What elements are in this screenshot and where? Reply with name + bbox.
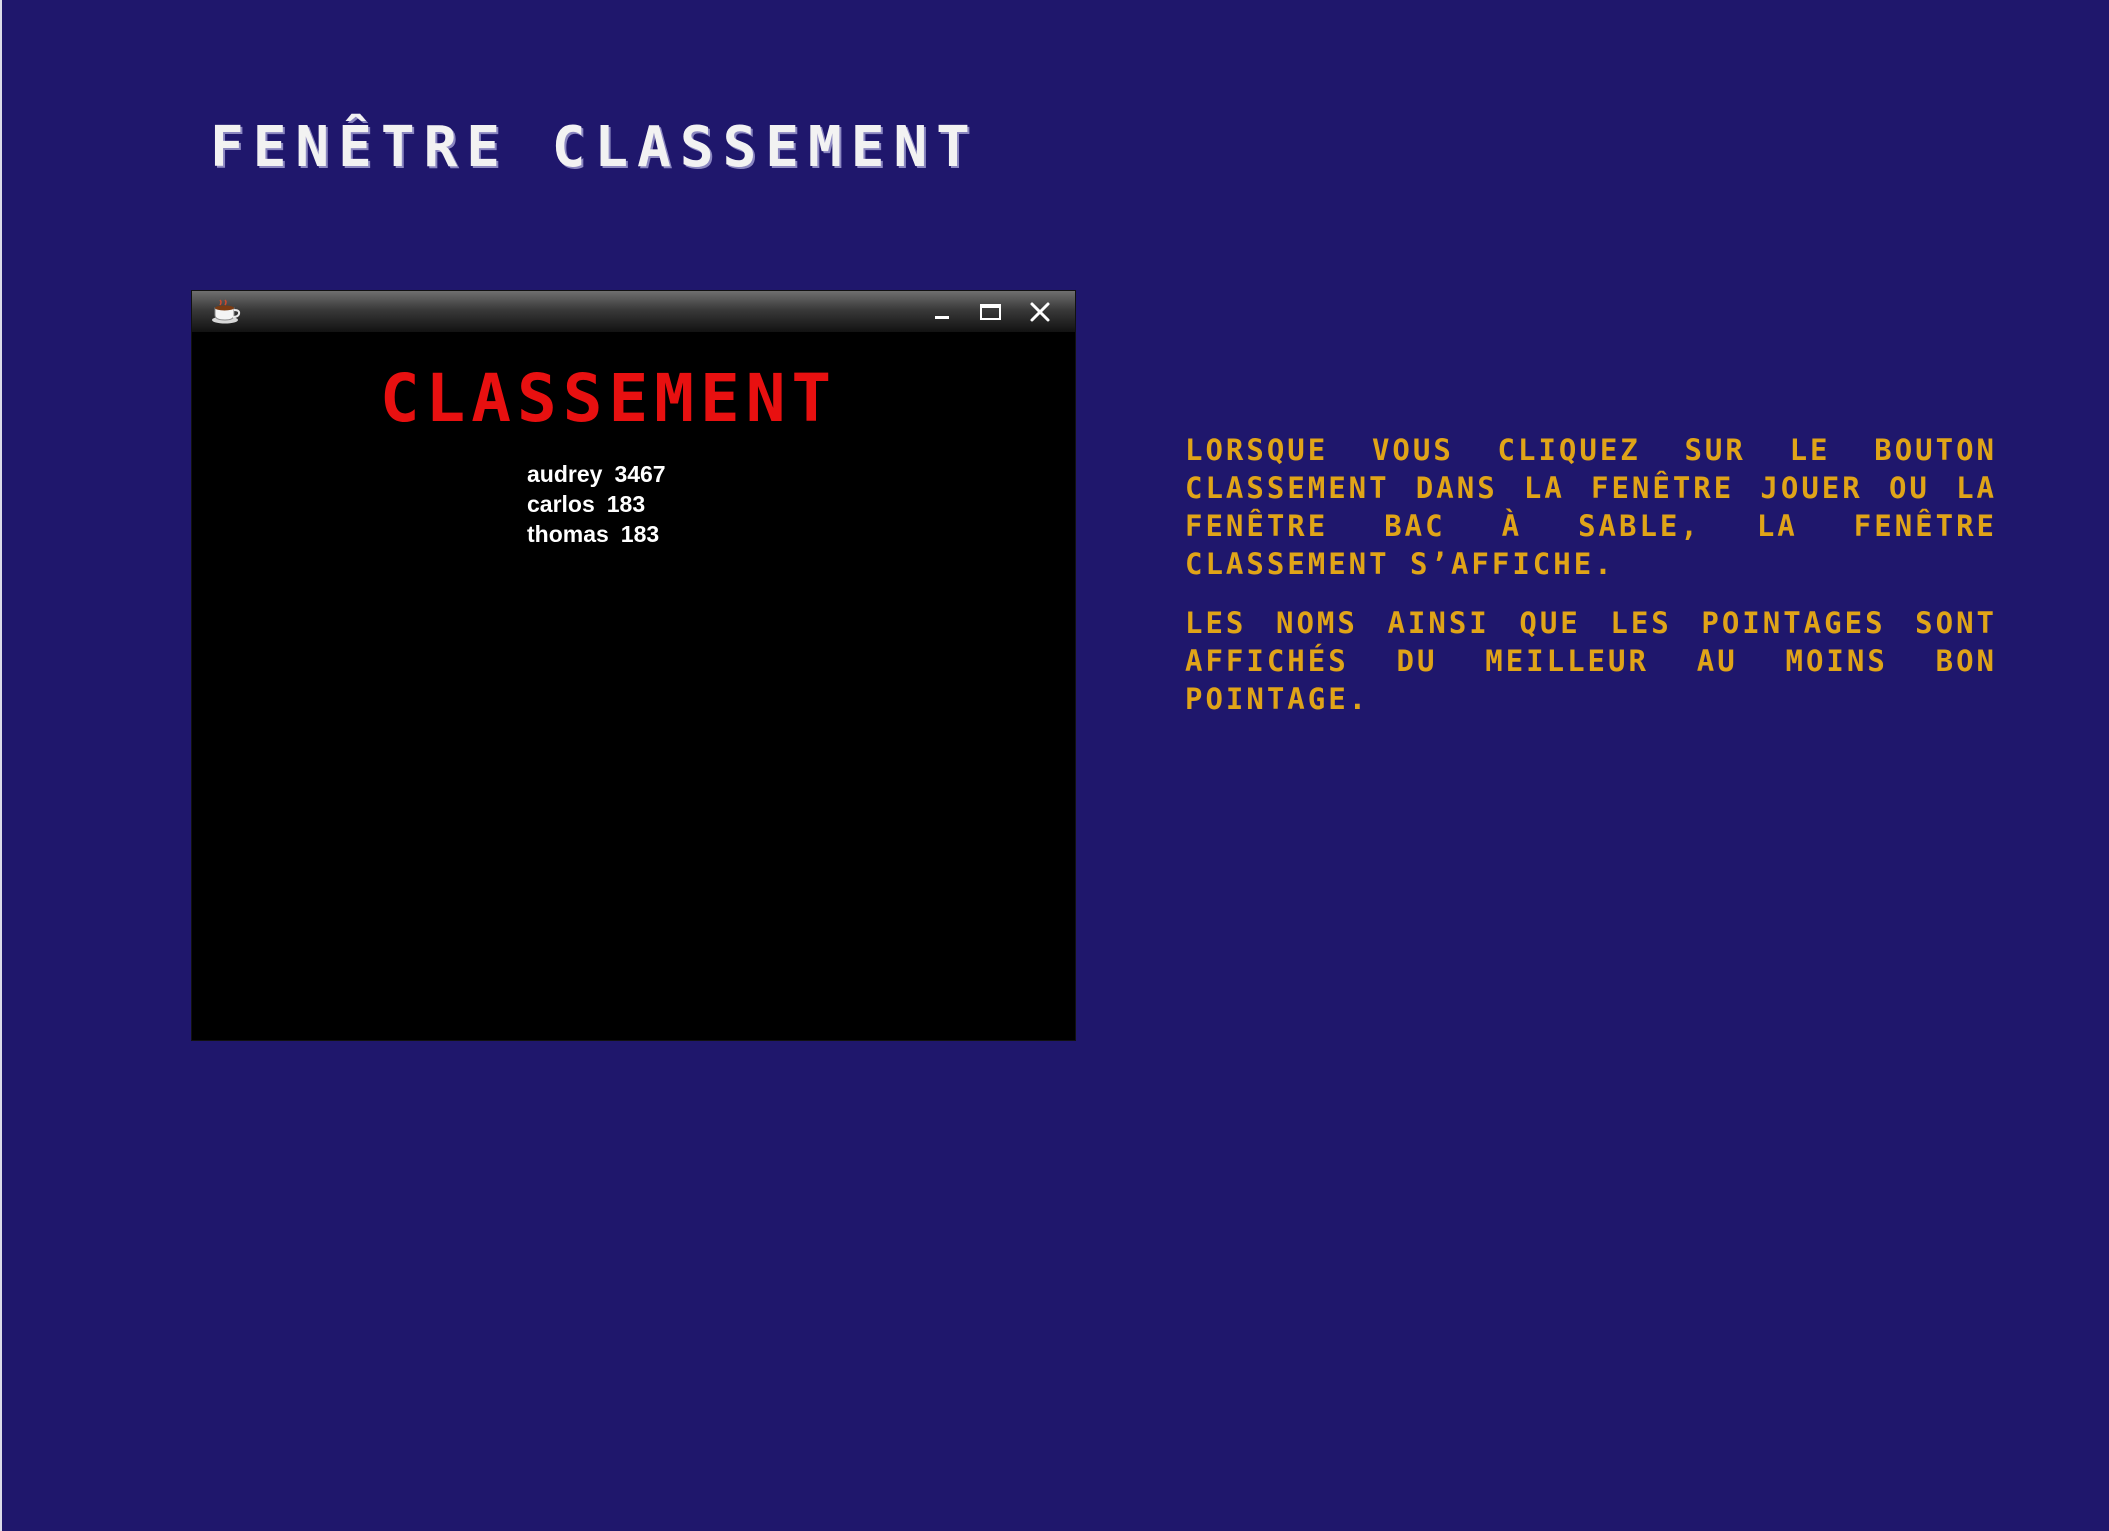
page-title: FENÊTRE CLASSEMENT: [210, 115, 979, 180]
description-paragraph-2: LES NOMS AINSI QUE LES POINTAGES SONT AF…: [1185, 606, 1997, 716]
maximize-icon: [980, 304, 1001, 320]
player-score: 183: [606, 491, 646, 517]
player-score: 3467: [614, 461, 666, 487]
player-name: thomas: [527, 521, 609, 547]
java-coffee-cup-icon: [210, 299, 244, 325]
score-list: audrey 3467 carlos 183 thomas 183: [527, 459, 666, 549]
description-paragraph-1: LORSQUE VOUS CLIQUEZ SUR LE BOUTON CLASS…: [1185, 433, 1997, 581]
player-name: audrey: [527, 461, 603, 487]
close-icon: [1030, 302, 1050, 322]
score-row: carlos 183: [527, 489, 666, 519]
score-row: audrey 3467: [527, 459, 666, 489]
minimize-icon: [935, 316, 949, 319]
score-row: thomas 183: [527, 519, 666, 549]
close-button[interactable]: [1026, 299, 1054, 325]
description-text: LORSQUE VOUS CLIQUEZ SUR LE BOUTON CLASS…: [1185, 431, 1997, 739]
player-score: 183: [620, 521, 660, 547]
player-name: carlos: [527, 491, 595, 517]
leaderboard-heading: CLASSEMENT: [379, 360, 838, 437]
classement-window: CLASSEMENT audrey 3467 carlos 183 thomas 18…: [192, 291, 1075, 1040]
minimize-button[interactable]: [928, 299, 956, 325]
slide-edge: [0, 0, 2, 1531]
maximize-button[interactable]: [976, 299, 1004, 325]
window-title-bar[interactable]: [192, 291, 1075, 332]
